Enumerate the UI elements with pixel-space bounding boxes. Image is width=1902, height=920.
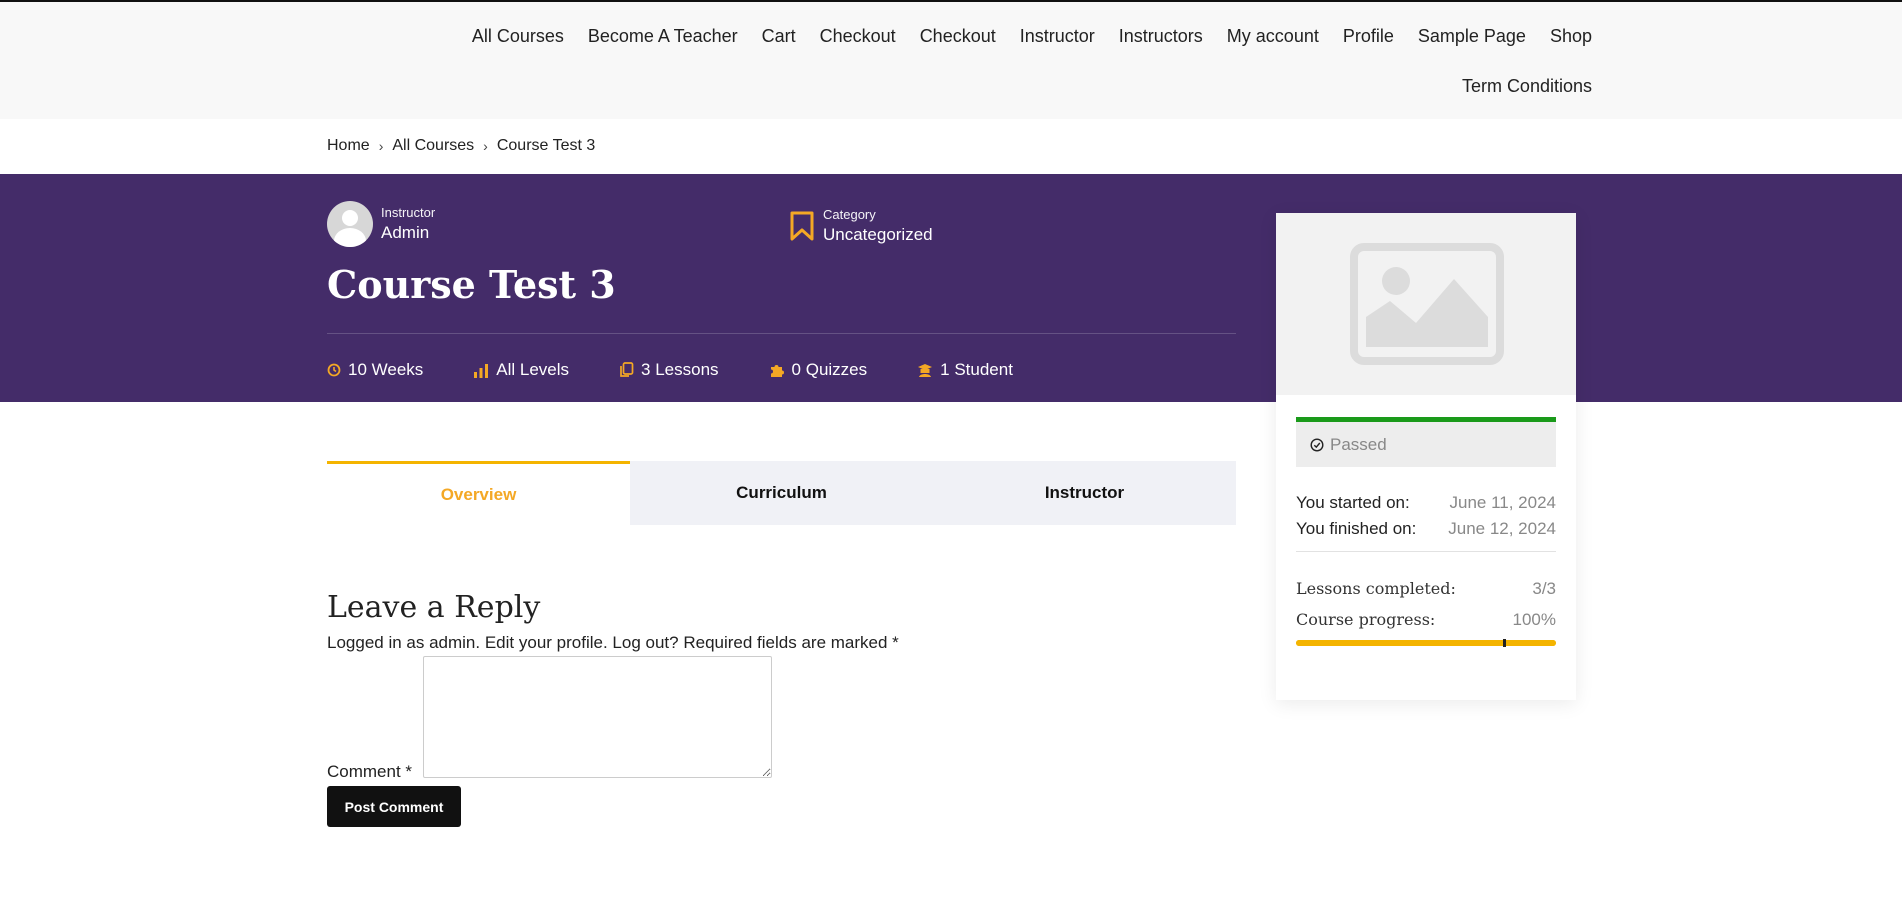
course-progress-row: Course progress: 100% [1296, 610, 1556, 630]
started-value: June 11, 2024 [1449, 493, 1557, 512]
nav-my-account[interactable]: My account [1215, 26, 1331, 47]
comment-textarea[interactable] [423, 656, 772, 778]
avatar[interactable] [327, 201, 373, 247]
course-progress-label: Course progress: [1296, 610, 1436, 629]
required-fields-note: Required fields are marked * [678, 633, 899, 652]
nav-cart[interactable]: Cart [750, 26, 808, 47]
stat-quizzes: 0 Quizzes [769, 360, 868, 380]
tab-instructor[interactable]: Instructor [933, 461, 1236, 525]
log-out-link[interactable]: Log out? [612, 633, 678, 652]
edit-profile-link[interactable]: Edit your profile. [485, 633, 608, 652]
breadcrumb-home[interactable]: Home [327, 137, 370, 155]
tab-curriculum[interactable]: Curriculum [630, 461, 933, 525]
stat-duration-text: 10 Weeks [348, 360, 424, 379]
nav-sample-page[interactable]: Sample Page [1406, 26, 1538, 47]
bar-chart-icon [473, 363, 496, 378]
copy-icon [619, 362, 641, 378]
tab-overview[interactable]: Overview [327, 461, 630, 525]
nav-row-primary: All Courses Become A Teacher Cart Checko… [460, 26, 1592, 47]
stat-level: All Levels [473, 360, 569, 380]
course-tabs: Overview Curriculum Instructor [327, 461, 1236, 525]
reply-title: Leave a Reply [327, 590, 541, 625]
course-thumbnail [1276, 213, 1576, 395]
course-sidebar-card: Passed You started on: June 11, 2024 You… [1276, 213, 1576, 700]
instructor-meta: Instructor Admin [327, 201, 435, 247]
lessons-completed-row: Lessons completed: 3/3 [1296, 579, 1556, 599]
finished-value: June 12, 2024 [1448, 519, 1556, 538]
finished-row: You finished on: June 12, 2024 [1296, 519, 1556, 539]
stat-lessons: 3 Lessons [619, 360, 719, 380]
stat-duration: 10 Weeks [327, 360, 423, 380]
course-progress-value: 100% [1512, 610, 1556, 629]
finished-label: You finished on: [1296, 519, 1417, 538]
category-meta: Category Uncategorized [789, 207, 933, 245]
course-progress-fill [1296, 640, 1556, 646]
post-comment-button[interactable]: Post Comment [327, 786, 461, 827]
nav-checkout-2[interactable]: Checkout [908, 26, 1008, 47]
stat-level-text: All Levels [496, 360, 570, 379]
top-navigation: All Courses Become A Teacher Cart Checko… [0, 0, 1902, 119]
stat-students-text: 1 Student [940, 360, 1013, 379]
breadcrumb: Home › All Courses › Course Test 3 [327, 137, 595, 155]
progress-marker [1503, 639, 1506, 647]
nav-term-conditions[interactable]: Term Conditions [1450, 76, 1592, 97]
nav-profile[interactable]: Profile [1331, 26, 1406, 47]
breadcrumb-all-courses[interactable]: All Courses [392, 137, 474, 155]
nav-become-a-teacher[interactable]: Become A Teacher [576, 26, 750, 47]
graduation-cap-icon [917, 362, 940, 378]
check-circle-icon [1310, 437, 1330, 452]
logged-in-text: Logged in as admin. [327, 633, 485, 652]
nav-shop[interactable]: Shop [1538, 26, 1592, 47]
divider [1296, 551, 1556, 552]
status-text: Passed [1330, 434, 1387, 454]
logged-in-notice: Logged in as admin. Edit your profile. L… [327, 633, 899, 653]
started-row: You started on: June 11, 2024 [1296, 493, 1556, 513]
image-placeholder-icon [1350, 243, 1504, 365]
instructor-name[interactable]: Admin [381, 223, 435, 243]
nav-instructors[interactable]: Instructors [1107, 26, 1215, 47]
divider [327, 333, 1236, 334]
category-label: Category [823, 207, 876, 222]
chevron-right-icon: › [483, 138, 488, 154]
breadcrumb-current: Course Test 3 [496, 137, 596, 154]
course-progress-bar [1296, 639, 1556, 647]
course-stats: 10 Weeks All Levels 3 Lessons 0 Quizzes … [327, 360, 1063, 380]
lessons-completed-value: 3/3 [1532, 579, 1556, 598]
comment-label: Comment * [327, 762, 413, 781]
started-label: You started on: [1296, 493, 1410, 512]
nav-instructor[interactable]: Instructor [1008, 26, 1107, 47]
clock-icon [327, 363, 348, 377]
category-name[interactable]: Uncategorized [823, 225, 933, 245]
stat-lessons-text: 3 Lessons [641, 360, 719, 379]
course-title: Course Test 3 [327, 262, 616, 307]
nav-row-secondary: Term Conditions [1450, 76, 1592, 97]
chevron-right-icon: › [378, 138, 384, 154]
puzzle-icon [769, 362, 792, 378]
lessons-completed-label: Lessons completed: [1296, 579, 1456, 598]
instructor-label: Instructor [381, 205, 436, 220]
stat-students: 1 Student [917, 360, 1013, 380]
stat-quizzes-text: 0 Quizzes [791, 360, 868, 379]
bookmark-icon [789, 211, 815, 241]
status-badge: Passed [1296, 422, 1556, 467]
nav-checkout[interactable]: Checkout [808, 26, 908, 47]
nav-all-courses[interactable]: All Courses [460, 26, 576, 47]
